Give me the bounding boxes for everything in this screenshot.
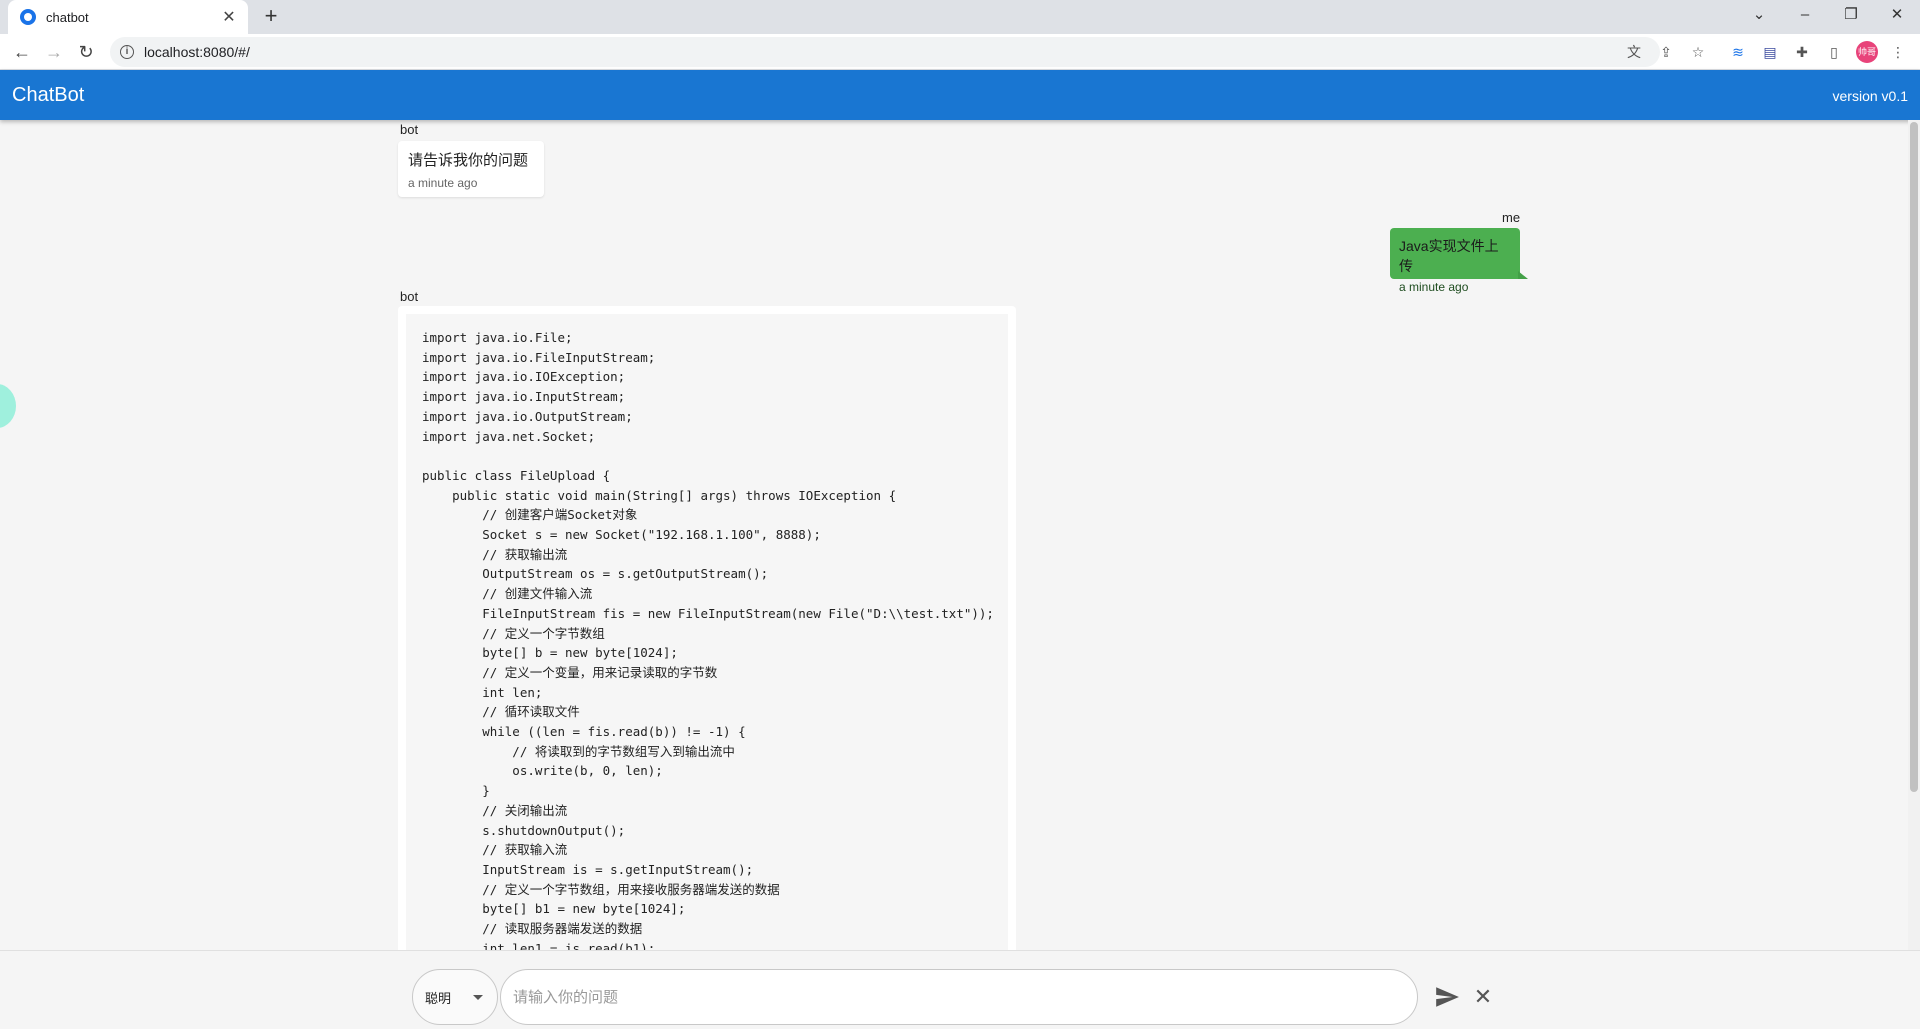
restore-icon[interactable]: ❐ [1828,0,1874,34]
tab-search-icon[interactable]: ⌄ [1736,0,1782,34]
reload-icon[interactable]: ↻ [72,38,100,66]
chat-scrollbar[interactable] [1908,120,1920,950]
back-icon[interactable]: ← [8,38,36,66]
tab-close-icon[interactable]: ✕ [220,7,238,27]
app-header: ChatBot version v0.1 [0,70,1920,120]
model-select-value: 聪明 [425,990,452,1006]
chat-area[interactable]: bot 请告诉我你的问题 a minute ago me Java实现文件上传 … [0,120,1908,950]
message-text: 请告诉我你的问题 [408,152,529,169]
browser-tab[interactable]: chatbot ✕ [8,0,248,34]
browser-menu-icon[interactable]: ⋮ [1888,42,1908,62]
minimize-icon[interactable]: – [1782,0,1828,34]
message-sender: bot [400,289,419,304]
model-select[interactable]: 聪明 [412,969,498,1025]
message-time: a minute ago [408,176,478,190]
input-bar: 聪明 ✕ [0,950,1920,1029]
translate-icon[interactable]: 文 [1624,42,1644,62]
address-bar[interactable]: i localhost:8080/#/ [110,37,1660,67]
message-text: Java实现文件上传 [1399,238,1499,274]
extensions-puzzle-icon[interactable]: ✚ [1792,42,1812,62]
app-title: ChatBot [12,84,85,106]
app-version: version v0.1 [1832,88,1908,104]
browser-tabstrip: chatbot ✕ + ⌄ – ❐ ✕ [0,0,1920,34]
new-tab-button[interactable]: + [258,4,284,30]
dropdown-caret-icon [473,995,483,1000]
extension-calendar-icon[interactable]: ▤ [1760,42,1780,62]
floating-action-button[interactable] [0,384,16,428]
message-sender: bot [400,122,419,137]
chatbot-favicon-icon [20,9,36,25]
message-sender: me [1502,210,1521,225]
forward-icon[interactable]: → [40,38,68,66]
side-panel-icon[interactable]: ▯ [1824,42,1844,62]
extension-layers-icon[interactable]: ≋ [1728,42,1748,62]
clear-icon[interactable]: ✕ [1472,984,1494,1010]
bookmark-star-icon[interactable]: ☆ [1688,42,1708,62]
url-text: localhost:8080/#/ [144,44,250,60]
tab-title: chatbot [46,9,89,25]
message-time: a minute ago [1399,280,1469,294]
user-message-bubble: Java实现文件上传 a minute ago [1390,228,1528,294]
share-icon[interactable]: ⇪ [1656,42,1676,62]
bot-message-bubble: 请告诉我你的问题 a minute ago [398,141,544,197]
bot-code-bubble: import java.io.File; import java.io.File… [398,306,1016,950]
profile-avatar[interactable]: 帅哥 [1856,41,1878,63]
code-block: import java.io.File; import java.io.File… [406,314,1008,950]
send-icon[interactable] [1434,984,1460,1010]
browser-toolbar: ← → ↻ i localhost:8080/#/ 文 ⇪ ☆ ≋ ▤ ✚ ▯ … [0,34,1920,70]
site-info-icon[interactable]: i [120,45,134,59]
close-window-icon[interactable]: ✕ [1874,0,1920,34]
scrollbar-thumb[interactable] [1910,122,1918,792]
question-input[interactable] [500,969,1418,1025]
